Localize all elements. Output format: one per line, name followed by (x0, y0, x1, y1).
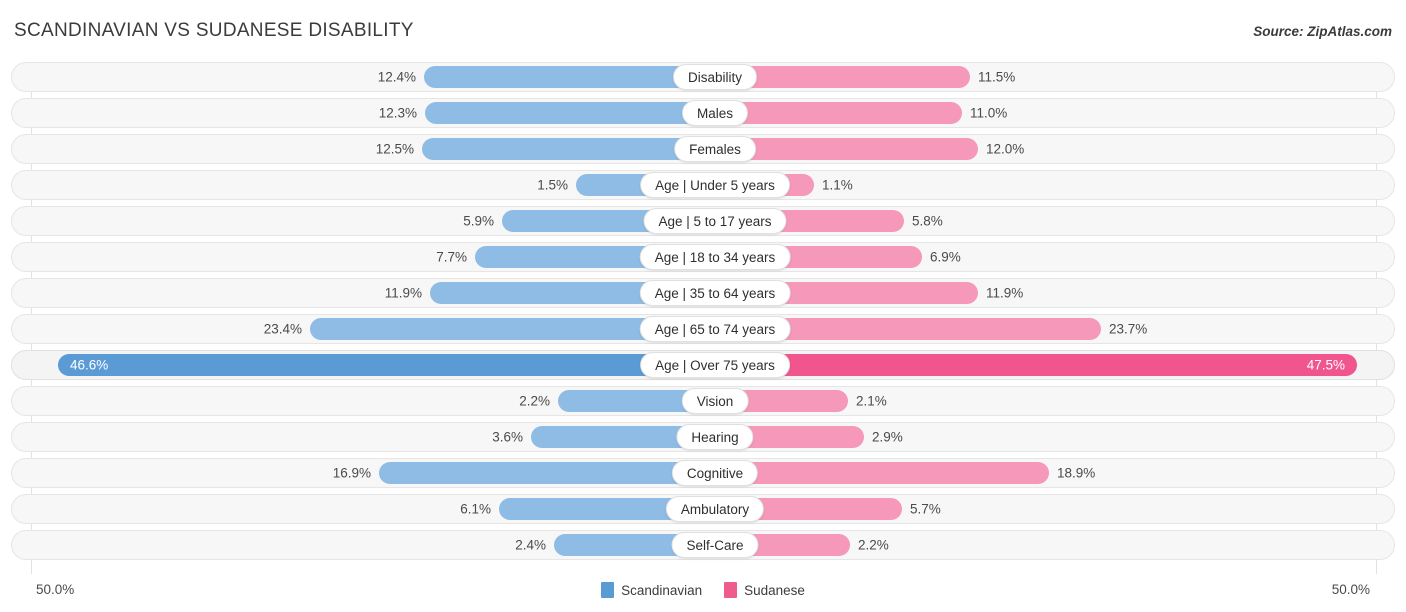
value-label-sudanese: 11.5% (978, 69, 1016, 85)
page-title: SCANDINAVIAN VS SUDANESE DISABILITY (14, 20, 414, 41)
value-label-scandinavian: 12.5% (375, 141, 414, 157)
bar-scandinavian (425, 102, 704, 124)
table-row[interactable]: 12.3% 11.0% Males (11, 98, 1395, 128)
bar-scandinavian (422, 138, 704, 160)
value-label-scandinavian: 2.4% (515, 537, 546, 553)
value-label-sudanese: 2.1% (856, 393, 887, 409)
table-row[interactable]: 23.4% 23.7% Age | 65 to 74 years (11, 314, 1395, 344)
value-label-sudanese: 5.7% (910, 501, 941, 517)
value-label-sudanese: 23.7% (1109, 321, 1148, 337)
category-label: Age | 5 to 17 years (643, 208, 787, 234)
category-label: Vision (681, 388, 749, 414)
chart-legend: Scandinavian Sudanese (0, 582, 1406, 598)
value-label-scandinavian: 5.9% (463, 213, 494, 229)
value-label-sudanese: 11.9% (986, 285, 1024, 301)
value-label-scandinavian: 12.3% (378, 105, 417, 121)
category-label: Self-Care (671, 532, 759, 558)
value-label-scandinavian: 7.7% (436, 249, 467, 265)
table-row[interactable]: 7.7% 6.9% Age | 18 to 34 years (11, 242, 1395, 272)
value-label-scandinavian: 16.9% (332, 465, 371, 481)
table-row[interactable]: 1.5% 1.1% Age | Under 5 years (11, 170, 1395, 200)
value-label-scandinavian: 11.9% (384, 285, 422, 301)
table-row[interactable]: 46.6% 47.5% Age | Over 75 years (11, 350, 1395, 380)
value-label-sudanese: 12.0% (986, 141, 1025, 157)
legend-item[interactable]: Scandinavian (601, 582, 702, 598)
table-row[interactable]: 2.4% 2.2% Self-Care (11, 530, 1395, 560)
bar-scandinavian (379, 462, 704, 484)
table-row[interactable]: 11.9% 11.9% Age | 35 to 64 years (11, 278, 1395, 308)
value-label-sudanese: 18.9% (1057, 465, 1096, 481)
legend-swatch-icon (724, 582, 738, 598)
bar-scandinavian (58, 354, 704, 376)
legend-label: Scandinavian (621, 582, 703, 598)
category-label: Cognitive (671, 460, 759, 486)
value-label-sudanese: 2.9% (872, 429, 903, 445)
category-label: Age | 65 to 74 years (639, 316, 791, 342)
bar-sudanese (704, 354, 1357, 376)
table-row[interactable]: 5.9% 5.8% Age | 5 to 17 years (11, 206, 1395, 236)
source-attribution: Source: ZipAtlas.com (1253, 24, 1392, 39)
value-label-scandinavian: 1.5% (537, 177, 568, 193)
chart-header: SCANDINAVIAN VS SUDANESE DISABILITY Sour… (0, 0, 1406, 56)
value-label-sudanese: 6.9% (930, 249, 961, 265)
value-label-scandinavian: 12.4% (377, 69, 416, 85)
value-label-sudanese: 1.1% (822, 177, 853, 193)
category-label: Ambulatory (665, 496, 765, 522)
table-row[interactable]: 12.4% 11.5% Disability (11, 62, 1395, 92)
chart-plot-area: 12.4% 11.5% Disability 12.3% 11.0% Males 12.5%… (0, 62, 1406, 574)
value-label-sudanese: 5.8% (912, 213, 943, 229)
value-label-scandinavian: 2.2% (519, 393, 550, 409)
category-label: Females (674, 136, 756, 162)
legend-swatch-icon (601, 582, 615, 598)
legend-label: Sudanese (744, 582, 805, 598)
value-label-sudanese: 47.5% (1306, 357, 1345, 373)
category-label: Age | 18 to 34 years (639, 244, 791, 270)
value-label-sudanese: 2.2% (858, 537, 889, 553)
category-label: Disability (672, 64, 758, 90)
table-row[interactable]: 12.5% 12.0% Females (11, 134, 1395, 164)
category-label: Males (681, 100, 749, 126)
table-row[interactable]: 16.9% 18.9% Cognitive (11, 458, 1395, 488)
value-label-scandinavian: 23.4% (263, 321, 302, 337)
chart-footer: 50.0% 50.0% Scandinavian Sudanese (0, 574, 1406, 612)
value-label-scandinavian: 46.6% (70, 357, 109, 373)
category-label: Hearing (676, 424, 754, 450)
bar-scandinavian (424, 66, 704, 88)
category-label: Age | Over 75 years (640, 352, 790, 378)
table-row[interactable]: 2.2% 2.1% Vision (11, 386, 1395, 416)
table-row[interactable]: 6.1% 5.7% Ambulatory (11, 494, 1395, 524)
value-label-sudanese: 11.0% (970, 105, 1008, 121)
value-label-scandinavian: 3.6% (492, 429, 523, 445)
category-label: Age | Under 5 years (640, 172, 790, 198)
value-label-scandinavian: 6.1% (460, 501, 491, 517)
table-row[interactable]: 3.6% 2.9% Hearing (11, 422, 1395, 452)
legend-item[interactable]: Sudanese (724, 582, 805, 598)
category-label: Age | 35 to 64 years (639, 280, 791, 306)
